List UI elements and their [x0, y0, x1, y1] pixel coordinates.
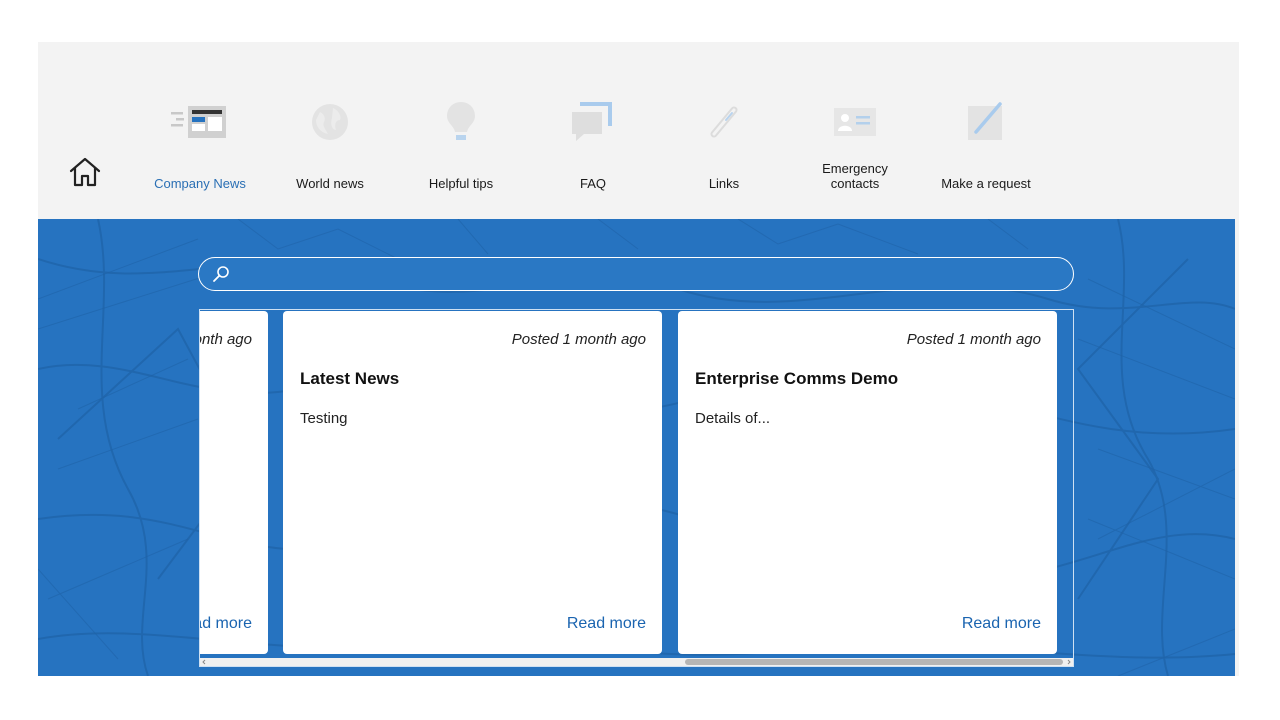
- scrollbar-thumb[interactable]: [685, 659, 1063, 665]
- scroll-right-arrow-icon[interactable]: [1066, 659, 1072, 665]
- news-card[interactable]: Posted 1 month ago Enterprise Comms Demo…: [678, 311, 1057, 654]
- nav-item-emergency-contacts[interactable]: Emergency contacts: [800, 97, 910, 197]
- nav-item-helpful-tips[interactable]: Helpful tips: [406, 97, 516, 197]
- home-button[interactable]: [66, 154, 104, 192]
- news-title: Enterprise Comms Demo: [695, 369, 899, 388]
- search-box[interactable]: [198, 257, 1074, 291]
- horizontal-scrollbar[interactable]: [200, 658, 1073, 666]
- globe-icon: [312, 104, 348, 140]
- news-description: Details of...: [695, 410, 771, 427]
- nav-item-links[interactable]: Links: [669, 97, 779, 197]
- search-icon: [213, 266, 229, 282]
- link-icon: [710, 106, 738, 138]
- nav-item-label: World news: [296, 176, 364, 191]
- newspaper-icon: [171, 106, 226, 138]
- news-card[interactable]: Posted 1 month ago Latest News Testing R…: [283, 311, 662, 654]
- lightbulb-icon: [447, 102, 475, 140]
- pencil-icon: [968, 102, 1002, 140]
- nav-item-label: Links: [708, 176, 740, 191]
- chat-bubble-icon: [572, 102, 612, 141]
- search-input[interactable]: [237, 262, 1057, 286]
- nav-item-faq[interactable]: FAQ: [538, 97, 648, 197]
- news-gallery[interactable]: Posted 1 month ago Read more Posted 1 mo…: [199, 309, 1074, 667]
- scroll-left-arrow-icon[interactable]: [201, 659, 207, 665]
- posted-date: Posted 1 month ago: [906, 331, 1041, 348]
- nav-item-label: FAQ: [579, 176, 606, 191]
- nav-item-label: Make a request: [941, 176, 1031, 191]
- read-more-link[interactable]: Read more: [962, 615, 1041, 633]
- news-description: Testing: [300, 410, 348, 427]
- home-icon: [69, 157, 101, 187]
- news-banner: Posted 1 month ago Read more Posted 1 mo…: [38, 219, 1235, 676]
- nav-item-make-a-request[interactable]: Make a request: [931, 97, 1041, 197]
- nav-item-company-news[interactable]: Company News: [145, 97, 255, 197]
- read-more-link[interactable]: Read more: [200, 615, 252, 633]
- app-window: Company News World news Helpful tips FAQ…: [38, 42, 1239, 676]
- top-navigation: Company News World news Helpful tips FAQ…: [38, 42, 1239, 219]
- contact-card-icon: [834, 108, 876, 136]
- posted-date: Posted 1 month ago: [511, 331, 646, 348]
- nav-item-label: Emergency contacts: [822, 161, 888, 191]
- news-title: Latest News: [300, 369, 400, 388]
- nav-item-label: Helpful tips: [428, 176, 494, 191]
- news-card[interactable]: Posted 1 month ago Read more: [200, 311, 268, 654]
- posted-date: Posted 1 month ago: [200, 331, 252, 348]
- nav-item-world-news[interactable]: World news: [275, 97, 385, 197]
- nav-item-label: Company News: [154, 176, 246, 191]
- read-more-link[interactable]: Read more: [567, 615, 646, 633]
